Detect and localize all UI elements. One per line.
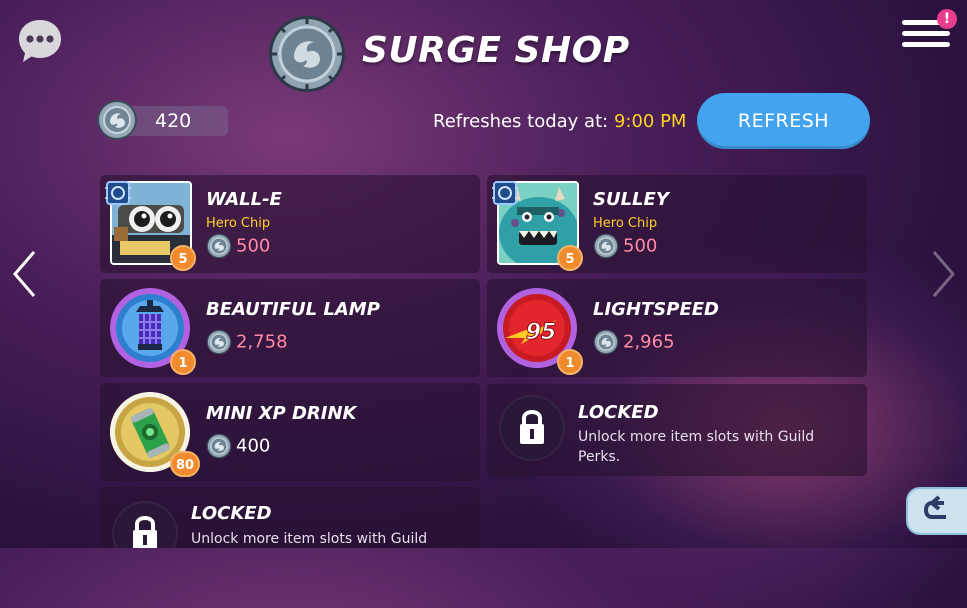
item-name: LIGHTSPEED [593, 299, 719, 320]
locked-slot: LOCKED Unlock more item slots with Guild… [487, 384, 867, 476]
surge-coin-icon [593, 233, 619, 259]
shop-item-beautiful-lamp[interactable]: 1 BEAUTIFUL LAMP 2,758 [100, 279, 480, 377]
item-type: Hero Chip [206, 216, 271, 231]
surge-coin-icon [206, 433, 232, 459]
shop-item-walle[interactable]: 5 WALL-E Hero Chip 500 [100, 175, 480, 273]
quantity-badge: 1 [557, 349, 583, 375]
surge-coin-icon [206, 329, 232, 355]
item-price: 500 [206, 233, 270, 259]
surge-coin-icon [269, 16, 345, 92]
locked-title: LOCKED [578, 402, 659, 423]
lock-badge [112, 501, 178, 548]
locked-slot: LOCKED Unlock more item slots with Guild [100, 487, 480, 548]
quantity-badge: 5 [170, 245, 196, 271]
chevron-right-icon[interactable] [930, 250, 956, 298]
hero-chip-icon [492, 181, 518, 205]
return-arrow-icon [923, 495, 946, 519]
refresh-button[interactable]: REFRESH [697, 93, 870, 149]
refresh-label: Refreshes today at: [433, 111, 609, 132]
shop-item-lightspeed[interactable]: 95 1 LIGHTSPEED 2,965 [487, 279, 867, 377]
item-name: BEAUTIFUL LAMP [206, 299, 380, 320]
lightspeed-number: 95 [526, 320, 557, 345]
item-type: Hero Chip [593, 216, 658, 231]
surge-coin-icon [206, 233, 232, 259]
notification-badge: ! [937, 9, 957, 29]
locked-description: Unlock more item slots with Guild Perks. [578, 429, 815, 465]
shop-item-mini-xp-drink[interactable]: 80 MINI XP DRINK 400 [100, 383, 480, 481]
item-price: 2,965 [593, 329, 675, 355]
surge-coin-icon [593, 329, 619, 355]
lock-icon [133, 516, 157, 548]
refresh-time: 9:00 PM [613, 111, 687, 132]
item-price: 2,758 [206, 329, 288, 355]
quantity-badge: 5 [557, 245, 583, 271]
item-price: 400 [206, 433, 270, 459]
refresh-info: Refreshes today at: 9:00 PM [433, 111, 686, 132]
chevron-left-icon[interactable] [12, 250, 38, 298]
chat-icon[interactable] [16, 17, 64, 65]
lock-badge [499, 395, 565, 461]
item-name: WALL-E [206, 189, 282, 210]
lock-icon [520, 410, 544, 444]
hero-chip-icon [105, 181, 131, 205]
page-title: SURGE SHOP [362, 30, 630, 71]
item-name: SULLEY [593, 189, 669, 210]
locked-title: LOCKED [191, 503, 272, 524]
item-name: MINI XP DRINK [206, 403, 357, 424]
quantity-badge: 1 [170, 349, 196, 375]
surge-coin-icon [97, 100, 137, 140]
quantity-badge: 80 [170, 451, 200, 477]
locked-description: Unlock more item slots with Guild [191, 531, 428, 547]
shop-item-sulley[interactable]: 5 SULLEY Hero Chip 500 [487, 175, 867, 273]
back-button[interactable] [906, 487, 967, 535]
currency-amount: 420 [155, 110, 192, 132]
item-price: 500 [593, 233, 657, 259]
